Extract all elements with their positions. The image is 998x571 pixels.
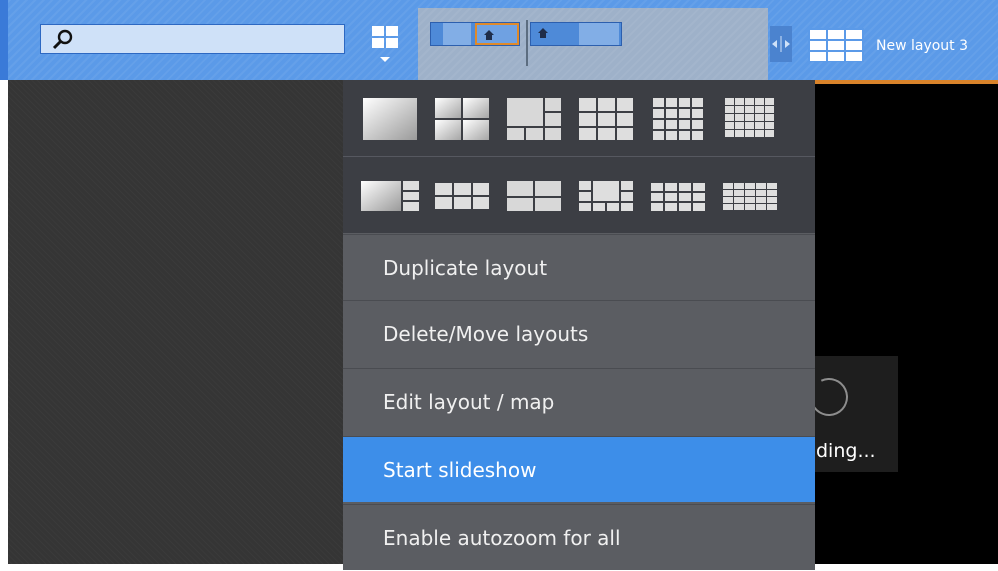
home-icon bbox=[538, 28, 548, 38]
menu-item-edit-layout-map[interactable]: Edit layout / map bbox=[343, 368, 815, 434]
layout-3x2-icon[interactable] bbox=[431, 171, 493, 221]
menu-item-label: Delete/Move layouts bbox=[383, 322, 589, 346]
layout-tab-thumbnail-2[interactable] bbox=[530, 22, 622, 46]
layout-scene bbox=[815, 80, 998, 564]
active-item-border bbox=[815, 80, 998, 84]
panel-edge bbox=[0, 80, 8, 564]
menu-item-delete-move-layouts[interactable]: Delete/Move layouts bbox=[343, 300, 815, 366]
layout-4x3-icon[interactable] bbox=[647, 171, 709, 221]
layout-1-plus-5-icon[interactable] bbox=[503, 94, 565, 144]
search-icon bbox=[52, 29, 73, 50]
layout-tab-new-layout-3[interactable]: New layout 3 bbox=[798, 8, 998, 80]
resource-panel bbox=[0, 80, 343, 564]
layout-grid-row-2 bbox=[343, 156, 815, 233]
layout-5x5-icon[interactable] bbox=[719, 94, 781, 144]
menu-item-label: Enable autozoom for all bbox=[383, 526, 621, 550]
layout-grid-row-1 bbox=[343, 80, 815, 156]
tab-divider bbox=[526, 20, 528, 66]
layout-1-plus-7-icon[interactable] bbox=[575, 171, 637, 221]
top-toolbar: New layout 3 bbox=[0, 0, 998, 80]
toolbar-left-edge bbox=[0, 0, 8, 80]
menu-item-label: Start slideshow bbox=[383, 458, 537, 482]
layout-2x2-wide-icon[interactable] bbox=[503, 171, 565, 221]
split-arrows-icon[interactable] bbox=[770, 26, 792, 62]
layout-2x2-icon[interactable] bbox=[431, 94, 493, 144]
menu-item-start-slideshow[interactable]: Start slideshow bbox=[343, 436, 815, 502]
layout-thumbnail-icon bbox=[808, 28, 864, 62]
menu-item-duplicate-layout[interactable]: Duplicate layout bbox=[343, 234, 815, 300]
layout-tab-thumbnail-1[interactable] bbox=[430, 22, 520, 46]
menu-item-enable-autozoom[interactable]: Enable autozoom for all bbox=[343, 504, 815, 570]
tab-title: New layout 3 bbox=[876, 38, 969, 54]
layouts-dropdown-menu: Duplicate layout Delete/Move layouts Edi… bbox=[343, 80, 815, 570]
layout-1-plus-3-icon[interactable] bbox=[359, 171, 421, 221]
layout-5x4-icon[interactable] bbox=[719, 171, 781, 221]
loading-text: ding... bbox=[816, 440, 876, 462]
layout-1x1-icon[interactable] bbox=[359, 94, 421, 144]
search-input[interactable] bbox=[40, 24, 345, 54]
layout-grid-icon[interactable] bbox=[368, 24, 402, 68]
layout-3x3-icon[interactable] bbox=[575, 94, 637, 144]
layout-4x4-icon[interactable] bbox=[647, 94, 709, 144]
selected-cell bbox=[475, 23, 519, 45]
menu-item-label: Edit layout / map bbox=[383, 390, 555, 414]
home-icon bbox=[484, 30, 494, 40]
menu-item-label: Duplicate layout bbox=[383, 256, 548, 280]
